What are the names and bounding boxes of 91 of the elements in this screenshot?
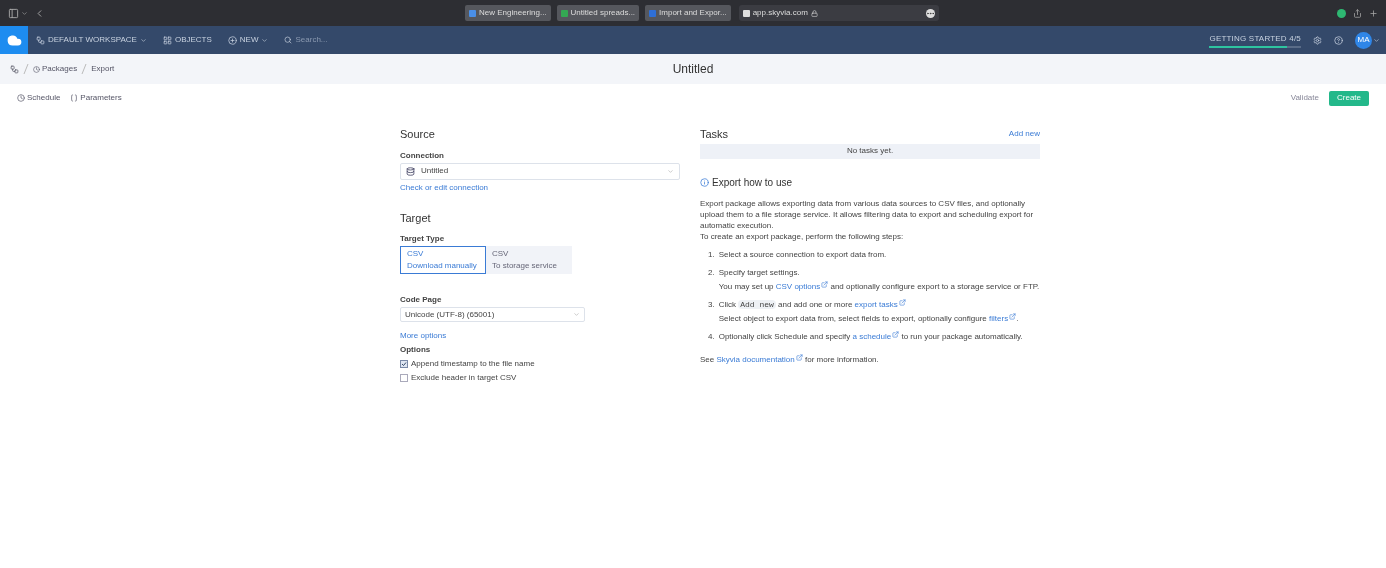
doc-link[interactable]: Skyvia documentation bbox=[716, 354, 803, 364]
help-paragraph: Export package allows exporting data from various data sources to CSV files, and optionally upload them to a file storage service. It allows filtering data to export and scheduling export for automatic execution. bbox=[700, 197, 1035, 231]
sidebar-icon[interactable] bbox=[8, 7, 19, 19]
tab-title: Untitled spreads... bbox=[570, 7, 636, 19]
chevron-down-icon[interactable] bbox=[21, 9, 28, 17]
step-text: Optionally click Schedule and specify a schedule to run your package automatically. bbox=[718, 330, 1023, 342]
toolbar-button[interactable]: Parameters bbox=[70, 92, 122, 104]
step-number: 1. bbox=[708, 248, 715, 260]
share-icon[interactable] bbox=[1353, 8, 1362, 18]
edit-connection-link[interactable]: Check or edit connection bbox=[400, 181, 680, 194]
grid-icon bbox=[162, 35, 172, 45]
page-icon bbox=[742, 9, 750, 17]
braces-icon bbox=[70, 94, 79, 102]
section-heading: Source bbox=[400, 127, 436, 142]
step-text: Specify target settings. bbox=[718, 266, 801, 278]
clock-icon bbox=[33, 65, 40, 73]
help-footer: See Skyvia documentation for more information. bbox=[700, 353, 1040, 366]
add-new-link[interactable]: Add new bbox=[1008, 128, 1040, 141]
page-title: Untitled bbox=[672, 61, 714, 78]
tab-title: New Engineering... bbox=[479, 7, 547, 19]
field-label: Connection bbox=[400, 149, 445, 162]
section-heading: Target bbox=[400, 210, 432, 226]
connection-select[interactable]: Untitled bbox=[400, 162, 680, 180]
field-label: Target Type bbox=[400, 233, 446, 245]
doc-link[interactable]: filters bbox=[989, 313, 1017, 323]
settings-icon[interactable] bbox=[1313, 35, 1322, 45]
checkbox-label: Exclude header in target CSV bbox=[411, 372, 517, 384]
more-options-link[interactable]: More options bbox=[400, 330, 680, 342]
workspace-menu[interactable]: DEFAULT WORKSPACE bbox=[36, 34, 147, 46]
lock-icon bbox=[810, 9, 818, 17]
nav-item[interactable]: OBJECTS bbox=[162, 34, 212, 46]
help-heading: Export how to use bbox=[712, 175, 793, 190]
breadcrumb-link[interactable]: Packages bbox=[33, 63, 78, 75]
help-paragraph: To create an export package, perform the following steps: bbox=[700, 230, 905, 242]
target-type-option[interactable]: CSV To storage service bbox=[486, 246, 572, 274]
getting-started-label[interactable]: GETTING STARTED 4/5 bbox=[1209, 32, 1301, 45]
help-icon[interactable] bbox=[1334, 35, 1343, 45]
browser-tab[interactable]: New Engineering... bbox=[465, 5, 551, 21]
extension-icon[interactable] bbox=[1337, 8, 1346, 18]
section-heading: Tasks bbox=[700, 127, 729, 142]
toolbar-button[interactable]: Schedule bbox=[17, 92, 61, 104]
browser-tab[interactable]: Untitled spreads... bbox=[556, 5, 640, 21]
address-text: app.skyvia.com bbox=[752, 7, 808, 19]
doc-link[interactable]: export tasks bbox=[854, 299, 906, 309]
empty-tasks-panel: No tasks yet. bbox=[700, 143, 1040, 159]
checkbox-label: Append timestamp to the file name bbox=[411, 358, 535, 370]
field-label: Options bbox=[400, 344, 432, 356]
chevron-down-icon bbox=[667, 167, 674, 175]
clock-icon bbox=[17, 94, 25, 102]
external-link-icon bbox=[892, 330, 900, 338]
field-label: Code Page bbox=[400, 294, 443, 306]
target-type-option[interactable]: CSV Download manually bbox=[400, 246, 486, 274]
external-link-icon bbox=[898, 298, 906, 306]
address-bar[interactable]: app.skyvia.com bbox=[738, 5, 939, 21]
tab-title: Import and Expor... bbox=[659, 7, 727, 19]
breadcrumb-link[interactable]: Export bbox=[91, 63, 115, 75]
browser-tab[interactable]: Import and Expor... bbox=[645, 5, 731, 21]
chevron-down-icon bbox=[573, 311, 580, 318]
step-detail: You may set up CSV options and optionally configure export to a storage service or FTP. bbox=[718, 280, 1040, 292]
nav-item[interactable]: NEW bbox=[227, 34, 269, 46]
step-detail: Select object to export data from, select fields to export, optionally configure filters . bbox=[718, 312, 1019, 324]
step-number: 4. bbox=[708, 330, 715, 342]
logo-button[interactable] bbox=[0, 26, 28, 54]
step-text: Click Add new and add one or more export tasks bbox=[718, 298, 1019, 310]
cloud-icon bbox=[6, 32, 22, 48]
chevron-down-icon bbox=[139, 36, 147, 44]
search-field[interactable]: Search... bbox=[295, 34, 356, 46]
database-icon bbox=[406, 166, 415, 176]
step-text: Select a source connection to export data from. bbox=[718, 248, 887, 260]
code-page-select[interactable]: Unicode (UTF-8) (65001) bbox=[400, 307, 585, 322]
step-number: 3. bbox=[708, 298, 715, 311]
external-link-icon bbox=[795, 353, 803, 361]
separator-icon bbox=[81, 63, 88, 75]
checkbox[interactable] bbox=[400, 374, 408, 382]
search-icon bbox=[284, 36, 293, 44]
chevron-down-icon[interactable] bbox=[1373, 36, 1380, 44]
doc-link[interactable]: CSV options bbox=[775, 281, 829, 291]
more-icon[interactable] bbox=[925, 8, 935, 18]
info-icon bbox=[700, 177, 709, 187]
chevron-down-icon bbox=[261, 36, 269, 44]
checkbox[interactable] bbox=[400, 360, 408, 368]
new-tab-icon[interactable] bbox=[1369, 8, 1378, 18]
avatar[interactable]: MA bbox=[1355, 31, 1372, 49]
step-number: 2. bbox=[708, 266, 715, 279]
external-link-icon bbox=[821, 280, 829, 288]
code-text: Add new bbox=[738, 299, 776, 309]
separator-icon bbox=[23, 63, 29, 75]
validate-button[interactable]: Validate bbox=[1290, 92, 1319, 104]
external-link-icon bbox=[1009, 312, 1017, 320]
doc-link[interactable]: a schedule bbox=[852, 331, 900, 341]
plus-icon bbox=[227, 35, 237, 45]
